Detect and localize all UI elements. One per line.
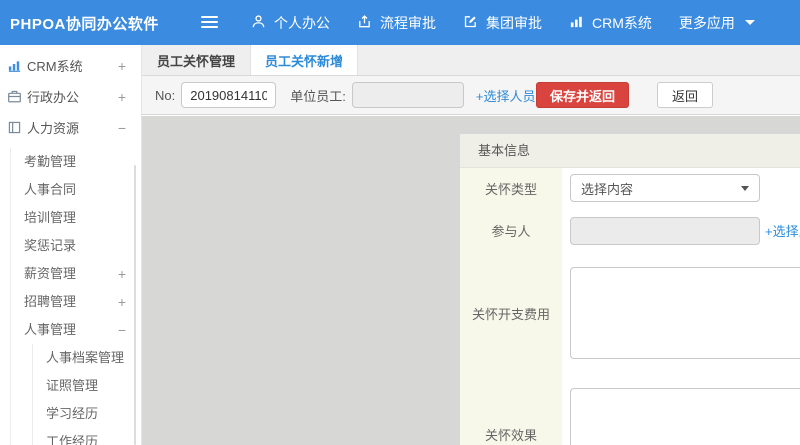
sidebar-item-label: 行政办公 [27, 90, 80, 105]
save-and-return-button[interactable]: 保存并返回 [535, 82, 629, 108]
sidebar-item-reward-punishment[interactable]: 奖惩记录 [11, 232, 141, 260]
sidebar-submenu-personnel: 人事档案管理 证照管理 学习经历 工作经历 [32, 344, 141, 445]
nav-item-label: CRM系统 [592, 14, 652, 31]
nav-item-personal-office[interactable]: 个人办公 [251, 13, 330, 33]
sidebar-item-label: 薪资管理 [24, 266, 77, 281]
hamburger-icon[interactable] [201, 16, 218, 29]
form-row-care-type: 关怀类型 选择内容 [460, 168, 800, 208]
top-navbar: PHPOA协同办公软件 个人办公 流程审批 集团审批 CRM系统 更多应用 [0, 0, 800, 45]
tab-label: 员工关怀新增 [264, 53, 343, 69]
sidebar-item-label: 人事管理 [24, 322, 77, 337]
no-input[interactable] [181, 82, 277, 108]
unit-employee-label: 单位员工: [290, 88, 346, 104]
caret-down-icon [741, 185, 749, 191]
expand-plus-icon[interactable]: + [118, 260, 126, 288]
nav-item-group-approval[interactable]: 集团审批 [463, 13, 542, 33]
nav-item-label: 集团审批 [486, 14, 542, 31]
tab-bar: 员工关怀管理 员工关怀新增 [142, 45, 800, 76]
select-participants-link[interactable]: +选择人员 [765, 221, 800, 240]
collapse-minus-icon[interactable]: − [118, 316, 126, 344]
bar-chart-icon [569, 14, 584, 32]
nav-item-label: 个人办公 [274, 14, 330, 31]
nav-item-workflow-approval[interactable]: 流程审批 [357, 13, 436, 33]
form-row-care-expense: 关怀开支费用 [460, 253, 800, 374]
collapse-minus-icon[interactable]: − [118, 120, 126, 136]
sidebar-menu: CRM系统 + 行政办公 + 人力资源 − 考勤管理 人事合同 培训管理 奖惩记… [0, 45, 141, 445]
sidebar-item-personnel-archive[interactable]: 人事档案管理 [33, 344, 141, 372]
content-area: 基本信息 关怀类型 选择内容 参与人 +选择人员 关怀开支费用 [142, 116, 800, 445]
care-expense-textarea[interactable] [570, 267, 800, 359]
caret-down-icon [744, 20, 755, 25]
sidebar-item-certificate[interactable]: 证照管理 [33, 372, 141, 400]
sidebar-item-training[interactable]: 培训管理 [11, 204, 141, 232]
expand-plus-icon[interactable]: + [118, 58, 126, 74]
care-type-select[interactable]: 选择内容 [570, 174, 760, 202]
edit-square-icon [463, 14, 478, 32]
expand-plus-icon[interactable]: + [118, 288, 126, 316]
sidebar-item-work-history[interactable]: 工作经历 [33, 428, 141, 445]
nav-item-label: 流程审批 [380, 14, 436, 31]
sidebar-item-label: 人力资源 [27, 121, 80, 136]
sidebar-item-label: 奖惩记录 [24, 238, 77, 253]
sidebar-item-personnel[interactable]: 人事管理 − [11, 316, 141, 344]
bar-chart-icon [7, 58, 22, 73]
sidebar-item-label: 学习经历 [46, 406, 99, 421]
participants-input[interactable] [570, 216, 760, 245]
no-label: No: [155, 87, 176, 103]
nav-item-label: 更多应用 [678, 14, 735, 31]
book-icon [7, 120, 22, 135]
sidebar-item-crm[interactable]: CRM系统 + [0, 50, 141, 81]
tab-label: 员工关怀管理 [156, 53, 235, 69]
sidebar-item-label: 招聘管理 [24, 294, 77, 309]
sidebar-item-attendance[interactable]: 考勤管理 [11, 148, 141, 176]
user-icon [251, 14, 266, 32]
sidebar-item-admin-office[interactable]: 行政办公 + [0, 81, 141, 112]
toolbar: No: 单位员工: +选择人员 保存并返回 返回 [142, 76, 800, 115]
sidebar-item-hr-contract[interactable]: 人事合同 [11, 176, 141, 204]
upload-icon [357, 14, 372, 32]
panel-header: 基本信息 [460, 134, 800, 168]
sidebar-item-label: CRM系统 [27, 59, 83, 74]
sidebar-item-label: 证照管理 [46, 378, 99, 393]
tab-employee-care-management[interactable]: 员工关怀管理 [142, 45, 250, 75]
care-effect-textarea[interactable] [570, 388, 800, 445]
nav-item-more-apps[interactable]: 更多应用 [679, 13, 755, 33]
sidebar: CRM系统 + 行政办公 + 人力资源 − 考勤管理 人事合同 培训管理 奖惩记… [0, 45, 142, 445]
care-type-label: 关怀类型 [460, 168, 562, 208]
sidebar-submenu-hr: 考勤管理 人事合同 培训管理 奖惩记录 薪资管理 + 招聘管理 + 人事管理 − 人事… [10, 148, 141, 445]
unit-employee-input[interactable] [351, 82, 464, 108]
sidebar-item-recruitment[interactable]: 招聘管理 + [11, 288, 141, 316]
care-effect-label: 关怀效果 [460, 374, 562, 445]
sidebar-item-label: 考勤管理 [24, 154, 77, 169]
tab-employee-care-new[interactable]: 员工关怀新增 [250, 45, 358, 75]
basic-info-panel: 基本信息 关怀类型 选择内容 参与人 +选择人员 关怀开支费用 [460, 134, 800, 445]
care-expense-label: 关怀开支费用 [460, 253, 562, 374]
top-menu: 个人办公 流程审批 集团审批 CRM系统 更多应用 [251, 0, 782, 45]
sidebar-item-salary[interactable]: 薪资管理 + [11, 260, 141, 288]
return-button[interactable]: 返回 [656, 82, 713, 108]
form-row-care-effect: 关怀效果 [460, 374, 800, 445]
sidebar-scrollbar[interactable] [134, 165, 136, 445]
participants-label: 参与人 [460, 208, 562, 253]
nav-item-crm-system[interactable]: CRM系统 [569, 13, 652, 33]
app-logo: PHPOA协同办公软件 [10, 16, 159, 33]
sidebar-item-label: 培训管理 [24, 210, 77, 225]
select-value: 选择内容 [581, 181, 634, 197]
expand-plus-icon[interactable]: + [118, 89, 126, 105]
main-area: 员工关怀管理 员工关怀新增 No: 单位员工: +选择人员 保存并返回 返回 基… [142, 45, 800, 445]
form-row-participants: 参与人 +选择人员 [460, 208, 800, 253]
briefcase-icon [7, 89, 22, 104]
sidebar-item-label: 人事档案管理 [46, 350, 125, 365]
sidebar-item-label: 人事合同 [24, 182, 77, 197]
select-person-link[interactable]: +选择人员 [476, 86, 536, 105]
sidebar-item-label: 工作经历 [46, 434, 99, 445]
sidebar-item-hr[interactable]: 人力资源 − [0, 112, 141, 143]
sidebar-item-education-history[interactable]: 学习经历 [33, 400, 141, 428]
